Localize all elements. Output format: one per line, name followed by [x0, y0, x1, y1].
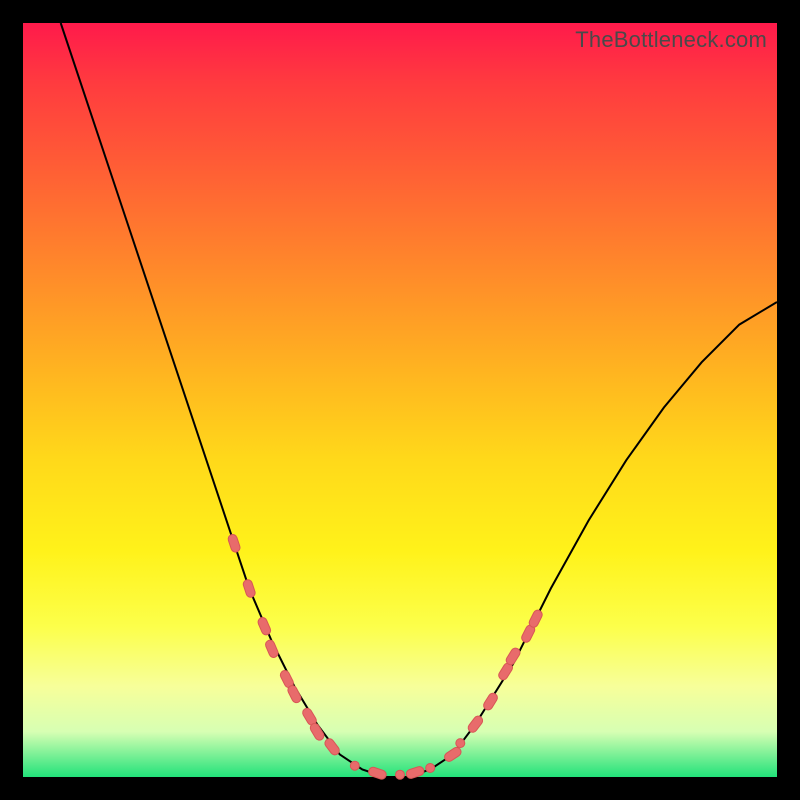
marker-dot: [350, 761, 359, 770]
marker-capsule: [505, 646, 522, 666]
marker-capsule: [323, 737, 341, 757]
marker-capsule: [227, 533, 241, 553]
marker-dot: [396, 770, 405, 779]
bottleneck-curve: [61, 23, 777, 777]
marker-capsule: [466, 714, 484, 734]
marker-capsule: [257, 616, 272, 636]
marker-capsule: [528, 609, 544, 629]
plot-area: TheBottleneck.com: [23, 23, 777, 777]
marker-group: [227, 533, 544, 780]
chart-frame: TheBottleneck.com: [0, 0, 800, 800]
marker-capsule: [367, 766, 387, 780]
marker-capsule: [482, 692, 499, 712]
marker-capsule: [405, 765, 425, 779]
curve-svg: [23, 23, 777, 777]
marker-dot: [426, 764, 435, 773]
marker-capsule: [443, 746, 463, 763]
marker-capsule: [242, 579, 256, 599]
marker-dot: [456, 739, 465, 748]
marker-capsule: [264, 639, 279, 659]
